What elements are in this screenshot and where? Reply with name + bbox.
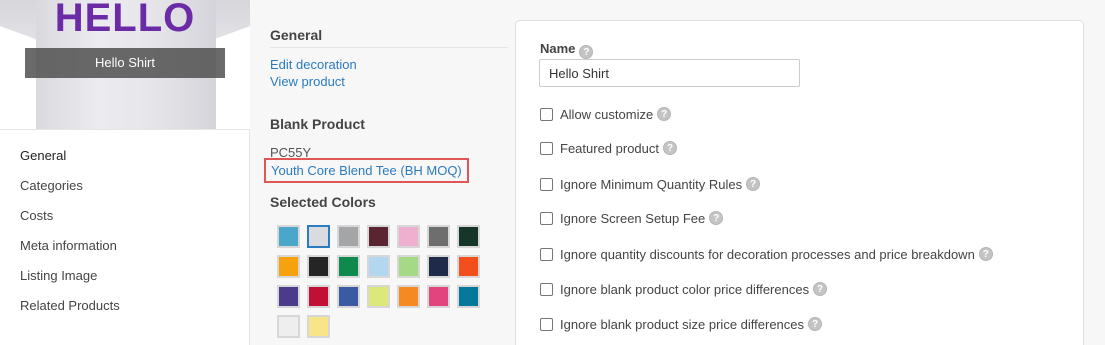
ignore-color-price-differences-label: Ignore blank product color price differe… bbox=[560, 281, 810, 297]
help-icon[interactable]: ? bbox=[813, 282, 828, 296]
color-swatch[interactable] bbox=[427, 255, 450, 278]
color-swatch[interactable] bbox=[307, 315, 330, 338]
color-swatch-grid bbox=[277, 225, 487, 338]
ignore-minimum-quantity-label: Ignore Minimum Quantity Rules bbox=[560, 176, 743, 192]
color-swatch[interactable] bbox=[457, 285, 480, 308]
blank-product-link[interactable]: Youth Core Blend Tee (BH MOQ) bbox=[264, 158, 469, 183]
edit-decoration-link[interactable]: Edit decoration bbox=[270, 57, 357, 72]
selected-colors-heading: Selected Colors bbox=[270, 194, 376, 210]
ignore-size-price-differences-option[interactable]: Ignore blank product size price differen… bbox=[540, 315, 823, 333]
allow-customize-label: Allow customize bbox=[560, 106, 654, 122]
color-swatch[interactable] bbox=[367, 255, 390, 278]
product-image-caption: Hello Shirt bbox=[25, 48, 225, 78]
color-swatch[interactable] bbox=[277, 315, 300, 338]
color-swatch[interactable] bbox=[307, 225, 330, 248]
nav-item-general[interactable]: General bbox=[0, 141, 249, 171]
ignore-screen-setup-fee-option[interactable]: Ignore Screen Setup Fee? bbox=[540, 209, 724, 227]
product-image: HELLO Hello Shirt bbox=[0, 0, 250, 130]
ignore-size-price-differences-label: Ignore blank product size price differen… bbox=[560, 316, 805, 332]
featured-product-label: Featured product bbox=[560, 140, 660, 156]
color-swatch[interactable] bbox=[397, 285, 420, 308]
color-swatch[interactable] bbox=[427, 225, 450, 248]
blank-product-heading: Blank Product bbox=[270, 116, 365, 132]
nav-item-costs[interactable]: Costs bbox=[0, 201, 249, 231]
color-swatch[interactable] bbox=[337, 255, 360, 278]
help-icon[interactable]: ? bbox=[663, 141, 678, 155]
color-swatch[interactable] bbox=[277, 285, 300, 308]
nav-item-related-products[interactable]: Related Products bbox=[0, 291, 249, 321]
name-label: Name? bbox=[540, 41, 594, 59]
help-icon[interactable]: ? bbox=[808, 317, 823, 331]
color-swatch[interactable] bbox=[367, 225, 390, 248]
help-icon[interactable]: ? bbox=[579, 45, 594, 59]
ignore-quantity-discounts-label: Ignore quantity discounts for decoration… bbox=[560, 246, 975, 262]
ignore-size-price-differences-checkbox[interactable] bbox=[540, 317, 553, 331]
product-settings-form: Name? Allow customize? Featured product?… bbox=[515, 20, 1084, 345]
name-input[interactable] bbox=[539, 59, 800, 87]
color-swatch[interactable] bbox=[337, 285, 360, 308]
color-swatch[interactable] bbox=[277, 225, 300, 248]
allow-customize-option[interactable]: Allow customize? bbox=[540, 105, 672, 123]
color-swatch[interactable] bbox=[397, 255, 420, 278]
ignore-color-price-differences-option[interactable]: Ignore blank product color price differe… bbox=[540, 280, 828, 298]
color-swatch[interactable] bbox=[457, 255, 480, 278]
featured-product-option[interactable]: Featured product? bbox=[540, 139, 678, 157]
allow-customize-checkbox[interactable] bbox=[540, 107, 553, 121]
ignore-quantity-discounts-option[interactable]: Ignore quantity discounts for decoration… bbox=[540, 245, 993, 263]
nav-item-categories[interactable]: Categories bbox=[0, 171, 249, 201]
color-swatch[interactable] bbox=[367, 285, 390, 308]
help-icon[interactable]: ? bbox=[709, 211, 724, 225]
color-swatch[interactable] bbox=[277, 255, 300, 278]
ignore-minimum-quantity-checkbox[interactable] bbox=[540, 177, 553, 191]
left-sidebar: HELLO Hello Shirt General Categories Cos… bbox=[0, 0, 250, 345]
ignore-color-price-differences-checkbox[interactable] bbox=[540, 282, 553, 296]
section-nav: General Categories Costs Meta informatio… bbox=[0, 141, 249, 321]
color-swatch[interactable] bbox=[397, 225, 420, 248]
help-icon[interactable]: ? bbox=[657, 107, 672, 121]
nav-item-listing-image[interactable]: Listing Image bbox=[0, 261, 249, 291]
color-swatch[interactable] bbox=[427, 285, 450, 308]
nav-item-meta-information[interactable]: Meta information bbox=[0, 231, 249, 261]
shirt-print-text: HELLO bbox=[54, 0, 196, 40]
divider bbox=[270, 47, 508, 48]
view-product-link[interactable]: View product bbox=[270, 74, 345, 89]
ignore-quantity-discounts-checkbox[interactable] bbox=[540, 247, 553, 261]
general-heading: General bbox=[270, 27, 323, 43]
name-label-text: Name bbox=[540, 41, 576, 56]
ignore-minimum-quantity-option[interactable]: Ignore Minimum Quantity Rules? bbox=[540, 175, 761, 193]
ignore-screen-setup-fee-checkbox[interactable] bbox=[540, 211, 553, 225]
help-icon[interactable]: ? bbox=[746, 177, 761, 191]
help-icon[interactable]: ? bbox=[978, 247, 993, 261]
color-swatch[interactable] bbox=[337, 225, 360, 248]
color-swatch[interactable] bbox=[307, 255, 330, 278]
ignore-screen-setup-fee-label: Ignore Screen Setup Fee bbox=[560, 210, 706, 226]
color-swatch[interactable] bbox=[307, 285, 330, 308]
featured-product-checkbox[interactable] bbox=[540, 141, 553, 155]
color-swatch[interactable] bbox=[457, 225, 480, 248]
